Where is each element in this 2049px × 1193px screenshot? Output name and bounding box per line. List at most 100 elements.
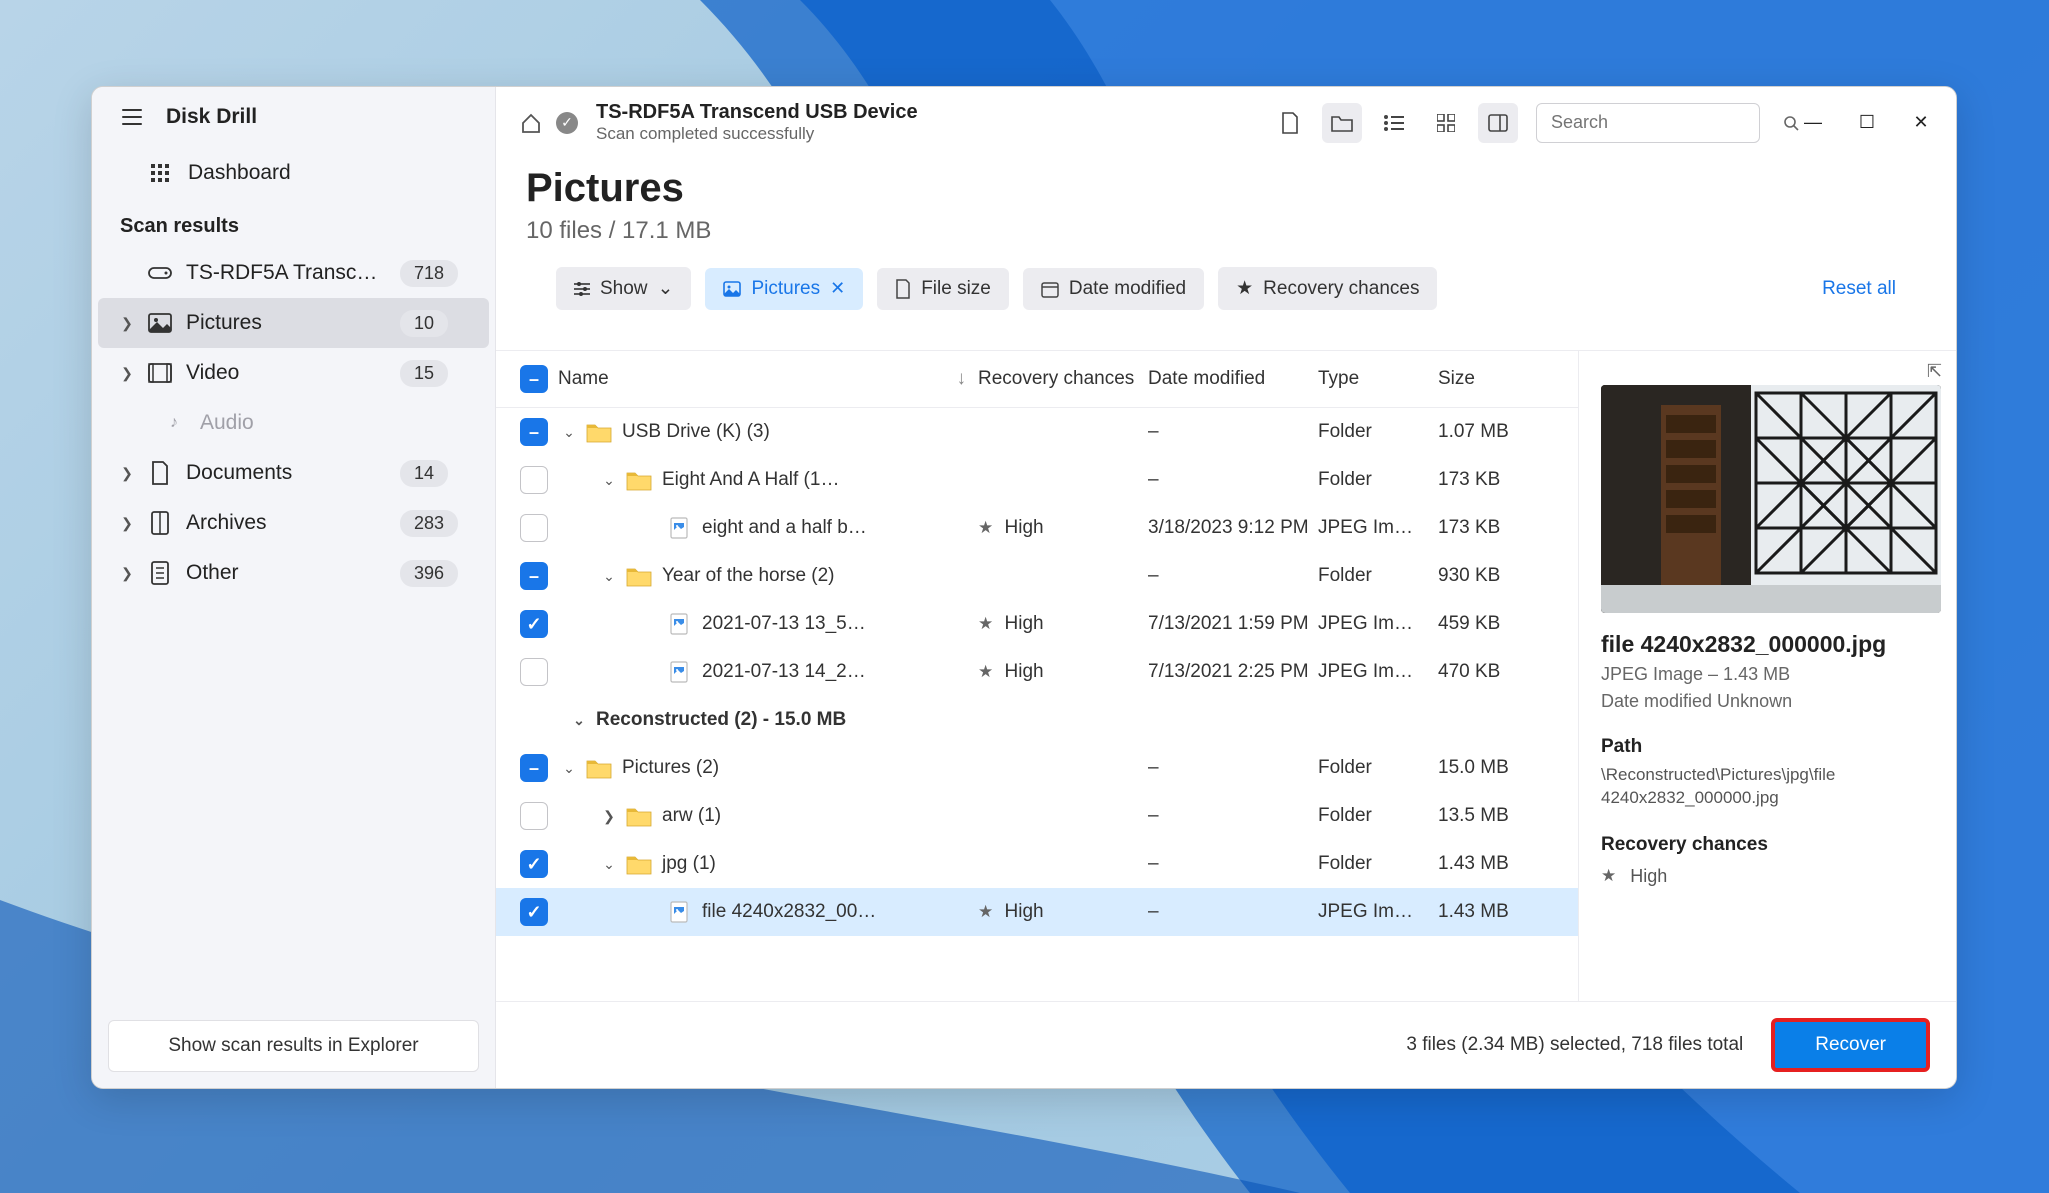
row-type: Folder: [1318, 757, 1438, 779]
row-size: 1.07 MB: [1438, 421, 1548, 443]
chevron-icon[interactable]: ⌄: [568, 712, 590, 729]
search-box[interactable]: [1536, 103, 1760, 143]
row-checkbox[interactable]: [520, 658, 548, 686]
row-size: 930 KB: [1438, 565, 1548, 587]
home-icon[interactable]: [518, 110, 544, 136]
row-name: file 4240x2832_00…: [702, 901, 876, 923]
row-size: 13.5 MB: [1438, 805, 1548, 827]
show-in-explorer-button[interactable]: Show scan results in Explorer: [108, 1020, 479, 1072]
footer-bar: 3 files (2.34 MB) selected, 718 files to…: [496, 1001, 1956, 1088]
row-type: Folder: [1318, 853, 1438, 875]
list-view-icon[interactable]: [1374, 103, 1414, 143]
table-row[interactable]: ⌄Pictures (2)–Folder15.0 MB: [496, 744, 1578, 792]
folder-icon: [626, 853, 652, 875]
folder-view-icon[interactable]: [1322, 103, 1362, 143]
table-row[interactable]: ⌄jpg (1)–Folder1.43 MB: [496, 840, 1578, 888]
sort-arrow-icon[interactable]: ↓: [957, 368, 979, 390]
preview-path-label: Path: [1601, 736, 1940, 758]
row-checkbox[interactable]: [520, 898, 548, 926]
table-row[interactable]: ❯arw (1)–Folder13.5 MB: [496, 792, 1578, 840]
row-type: JPEG Im…: [1318, 517, 1438, 539]
device-status: Scan completed successfully: [596, 124, 918, 144]
chevron-down-icon: ⌄: [658, 277, 674, 300]
filter-filesize[interactable]: File size: [877, 268, 1009, 310]
preview-rc-value: ★ High: [1601, 866, 1940, 887]
sidebar-item-other[interactable]: ❯ Other 396: [92, 548, 495, 598]
filesize-icon: [895, 279, 911, 299]
maximize-button[interactable]: ☐: [1854, 112, 1880, 133]
panel-view-icon[interactable]: [1478, 103, 1518, 143]
minimize-button[interactable]: —: [1800, 112, 1826, 133]
chevron-icon[interactable]: ⌄: [558, 424, 580, 441]
row-checkbox[interactable]: [520, 466, 548, 494]
col-date[interactable]: Date modified: [1148, 368, 1318, 390]
filter-datemod[interactable]: Date modified: [1023, 268, 1204, 310]
grid-view-icon[interactable]: [1426, 103, 1466, 143]
row-checkbox[interactable]: [520, 850, 548, 878]
sidebar-item-archives[interactable]: ❯ Archives 283: [92, 498, 495, 548]
preview-rc-label: Recovery chances: [1601, 834, 1940, 856]
folder-icon: [586, 421, 612, 443]
sidebar-item-documents[interactable]: ❯ Documents 14: [92, 448, 495, 498]
row-checkbox[interactable]: [520, 562, 548, 590]
row-checkbox[interactable]: [520, 514, 548, 542]
row-checkbox[interactable]: [520, 610, 548, 638]
chevron-icon[interactable]: ⌄: [598, 472, 620, 489]
hamburger-icon[interactable]: [120, 105, 144, 129]
col-name[interactable]: Name: [558, 368, 609, 390]
chevron-icon[interactable]: ⌄: [598, 568, 620, 585]
recover-button[interactable]: Recover: [1771, 1018, 1930, 1072]
chevron-icon[interactable]: ❯: [598, 808, 620, 825]
file-view-icon[interactable]: [1270, 103, 1310, 143]
table-row[interactable]: ⌄Year of the horse (2)–Folder930 KB: [496, 552, 1578, 600]
dashboard-link[interactable]: Dashboard: [92, 147, 495, 199]
sidebar-item-label: Documents: [186, 461, 386, 485]
chevron-right-icon: ❯: [120, 565, 134, 582]
search-input[interactable]: [1551, 112, 1783, 133]
show-dropdown[interactable]: Show ⌄: [556, 267, 691, 310]
chevron-icon[interactable]: ⌄: [558, 760, 580, 777]
table-row[interactable]: ⌄USB Drive (K) (3)–Folder1.07 MB: [496, 408, 1578, 456]
table-row[interactable]: ⌄Eight And A Half (1…–Folder173 KB: [496, 456, 1578, 504]
grid-icon: [150, 163, 170, 183]
row-size: 15.0 MB: [1438, 757, 1548, 779]
col-size[interactable]: Size: [1438, 368, 1548, 390]
close-icon[interactable]: ✕: [830, 278, 845, 299]
row-date: 7/13/2021 1:59 PM: [1148, 613, 1318, 635]
table-row[interactable]: 2021-07-13 13_5…★ High7/13/2021 1:59 PMJ…: [496, 600, 1578, 648]
group-label: Reconstructed (2) - 15.0 MB: [596, 709, 846, 731]
row-recovery: ★ High: [978, 517, 1148, 539]
row-type: Folder: [1318, 421, 1438, 443]
row-recovery: ★ High: [978, 661, 1148, 683]
preview-path: \Reconstructed\Pictures\jpg\file 4240x28…: [1601, 764, 1940, 810]
col-recovery[interactable]: Recovery chances: [978, 368, 1148, 390]
search-icon: [1783, 115, 1799, 131]
table-row[interactable]: file 4240x2832_00…★ High–JPEG Im…1.43 MB: [496, 888, 1578, 936]
sidebar-item-count: 15: [400, 360, 448, 387]
select-all-checkbox[interactable]: [520, 365, 548, 393]
sidebar-device[interactable]: TS-RDF5A Transcend US… 718: [92, 248, 495, 298]
col-type[interactable]: Type: [1318, 368, 1438, 390]
close-button[interactable]: ✕: [1908, 112, 1934, 133]
table-row[interactable]: 2021-07-13 14_2…★ High7/13/2021 2:25 PMJ…: [496, 648, 1578, 696]
expand-icon[interactable]: ⇱: [1927, 361, 1942, 382]
filter-recovery[interactable]: ★ Recovery chances: [1218, 267, 1437, 310]
row-checkbox[interactable]: [520, 802, 548, 830]
reset-all-link[interactable]: Reset all: [1822, 278, 1896, 300]
chevron-icon[interactable]: ⌄: [598, 856, 620, 873]
preview-filetype: JPEG Image – 1.43 MB: [1601, 664, 1940, 685]
group-header[interactable]: ⌄ Reconstructed (2) - 15.0 MB: [496, 696, 1578, 744]
app-window: Disk Drill Dashboard Scan results TS-RDF…: [91, 86, 1957, 1089]
row-date: –: [1148, 565, 1318, 587]
filter-pictures[interactable]: Pictures ✕: [705, 268, 863, 310]
row-type: Folder: [1318, 565, 1438, 587]
sidebar-item-count: 14: [400, 460, 448, 487]
sidebar-item-video[interactable]: ❯ Video 15: [92, 348, 495, 398]
sidebar-device-label: TS-RDF5A Transcend US…: [186, 261, 386, 285]
row-checkbox[interactable]: [520, 754, 548, 782]
table-row[interactable]: eight and a half b…★ High3/18/2023 9:12 …: [496, 504, 1578, 552]
sidebar-item-audio[interactable]: ♪ Audio: [92, 398, 495, 448]
row-checkbox[interactable]: [520, 418, 548, 446]
sidebar-item-pictures[interactable]: ❯ Pictures 10: [98, 298, 489, 348]
sidebar-item-count: 396: [400, 560, 458, 587]
